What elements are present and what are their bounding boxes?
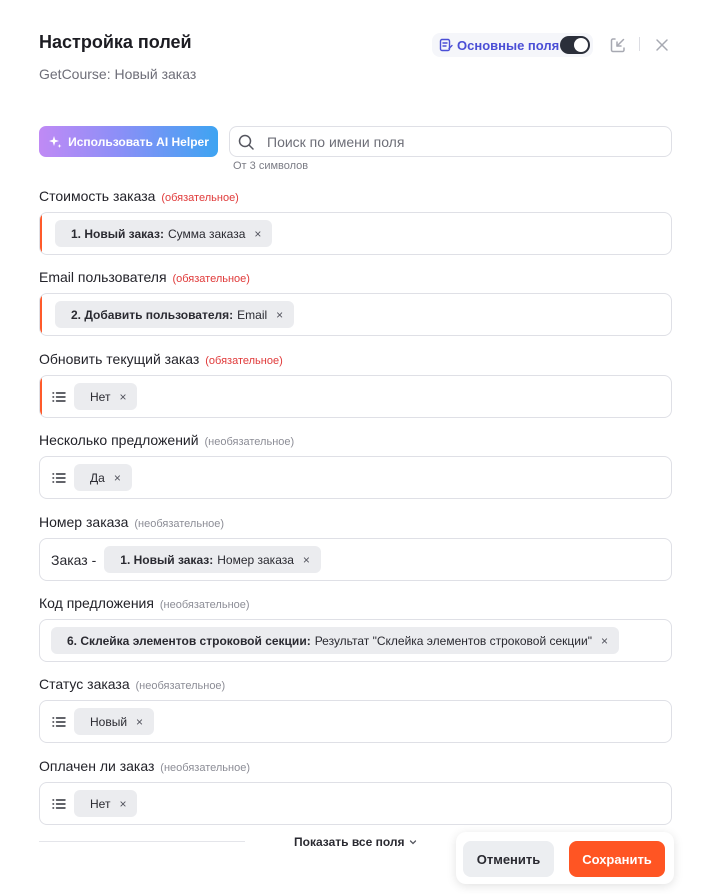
ai-helper-button[interactable]: Использовать AI Helper <box>39 126 218 157</box>
save-button[interactable]: Сохранить <box>569 841 665 877</box>
chip-value: Email <box>237 307 268 322</box>
field-input[interactable]: Заказ - 1. Новый заказ: Номер заказа × <box>39 538 672 581</box>
basic-fields-switch[interactable] <box>560 36 590 54</box>
field-label: Несколько предложений (необязательное) <box>39 432 294 448</box>
sparkle-icon <box>48 135 62 149</box>
chip-value: Результат "Склейка элементов строковой с… <box>314 633 592 648</box>
field-label: Статус заказа (необязательное) <box>39 676 225 692</box>
chevron-down-icon <box>408 837 418 847</box>
basic-fields-toggle[interactable]: Основные поля <box>432 33 593 57</box>
field-input[interactable]: 2. Добавить пользователя: Email × <box>39 293 672 336</box>
chip-source: 6. Склейка элементов строковой секции: <box>67 633 311 648</box>
remove-chip-icon[interactable]: × <box>119 390 126 404</box>
value-chip[interactable]: Новый × <box>74 708 155 735</box>
field-input[interactable]: 1. Новый заказ: Сумма заказа × <box>39 212 672 255</box>
remove-chip-icon[interactable]: × <box>119 797 126 811</box>
chip-value: Номер заказа <box>217 552 294 567</box>
page-title: Настройка полей <box>39 32 192 52</box>
remove-chip-icon[interactable]: × <box>136 715 143 729</box>
value-chip[interactable]: Нет × <box>74 790 138 817</box>
field-input[interactable]: 6. Склейка элементов строковой секции: Ре… <box>39 619 672 662</box>
search-icon <box>238 134 254 150</box>
field-name: Оплачен ли заказ <box>39 758 155 774</box>
close-icon <box>655 38 669 52</box>
collapse-arrow-icon <box>609 36 627 54</box>
field-prefix-text: Заказ - <box>51 551 97 568</box>
field-name: Номер заказа <box>39 514 129 530</box>
field-name: Стоимость заказа <box>39 188 156 204</box>
action-bar: Отменить Сохранить <box>456 832 674 884</box>
field-name: Код предложения <box>39 595 154 611</box>
search-input[interactable] <box>265 132 649 151</box>
chip-source: 1. Новый заказ: <box>120 552 214 567</box>
optional-tag: (необязательное) <box>160 762 250 774</box>
field-name: Обновить текущий заказ <box>39 351 200 367</box>
required-tag: (обязательное) <box>172 273 250 285</box>
field-label: Обновить текущий заказ (обязательное) <box>39 351 283 367</box>
field-label: Оплачен ли заказ (необязательное) <box>39 758 250 774</box>
collapse-button[interactable] <box>608 35 628 55</box>
list-icon[interactable] <box>52 472 66 484</box>
field-label: Стоимость заказа (обязательное) <box>39 188 239 204</box>
field-input[interactable]: Нет × <box>39 782 672 825</box>
chip-source: 1. Новый заказ: <box>71 226 164 241</box>
cancel-button[interactable]: Отменить <box>463 841 554 877</box>
field-input[interactable]: Нет × <box>39 375 672 418</box>
remove-chip-icon[interactable]: × <box>114 471 121 485</box>
chip-value: Нет <box>90 796 111 811</box>
value-chip[interactable]: Нет × <box>74 383 138 410</box>
value-chip[interactable]: 6. Склейка элементов строковой секции: Ре… <box>51 627 619 654</box>
show-all-fields-button[interactable]: Показать все поля <box>294 835 418 849</box>
close-button[interactable] <box>652 35 672 55</box>
field-label: Номер заказа (необязательное) <box>39 514 224 530</box>
search-hint: От 3 символов <box>233 160 309 172</box>
value-chip[interactable]: 2. Добавить пользователя: Email × <box>55 301 295 328</box>
field-label: Код предложения (необязательное) <box>39 595 250 611</box>
optional-tag: (необязательное) <box>204 436 295 448</box>
remove-chip-icon[interactable]: × <box>303 553 310 567</box>
field-input[interactable]: Новый × <box>39 700 672 743</box>
optional-tag: (необязательное) <box>134 518 225 530</box>
chip-value: Нет <box>90 389 111 404</box>
required-tag: (обязательное) <box>205 355 283 367</box>
basic-fields-label: Основные поля <box>457 37 560 53</box>
optional-tag: (необязательное) <box>159 599 250 611</box>
remove-chip-icon[interactable]: × <box>254 227 261 241</box>
field-name: Несколько предложений <box>39 432 199 448</box>
field-input[interactable]: Да × <box>39 456 672 499</box>
optional-tag: (необязательное) <box>135 680 226 692</box>
field-name: Email пользователя <box>39 269 167 285</box>
footer-divider <box>39 841 245 842</box>
list-icon[interactable] <box>52 716 66 728</box>
search-field[interactable] <box>229 126 672 157</box>
chip-value: Новый <box>90 714 128 729</box>
value-chip[interactable]: Да × <box>74 464 132 491</box>
header-divider <box>639 37 640 51</box>
chip-source: 2. Добавить пользователя: <box>71 307 234 322</box>
field-label: Email пользователя (обязательное) <box>39 269 250 285</box>
value-chip[interactable]: 1. Новый заказ: Сумма заказа × <box>55 220 273 247</box>
chip-value: Да <box>90 470 105 485</box>
page-subtitle: GetCourse: Новый заказ <box>39 66 197 82</box>
field-name: Статус заказа <box>39 676 130 692</box>
remove-chip-icon[interactable]: × <box>601 634 608 648</box>
list-edit-icon <box>439 38 453 52</box>
list-icon[interactable] <box>52 798 66 810</box>
value-chip[interactable]: 1. Новый заказ: Номер заказа × <box>104 546 321 573</box>
show-all-label: Показать все поля <box>294 835 405 849</box>
list-icon[interactable] <box>52 391 66 403</box>
remove-chip-icon[interactable]: × <box>276 308 283 322</box>
required-tag: (обязательное) <box>161 192 239 204</box>
ai-helper-label: Использовать AI Helper <box>68 134 209 149</box>
chip-value: Сумма заказа <box>167 226 246 241</box>
